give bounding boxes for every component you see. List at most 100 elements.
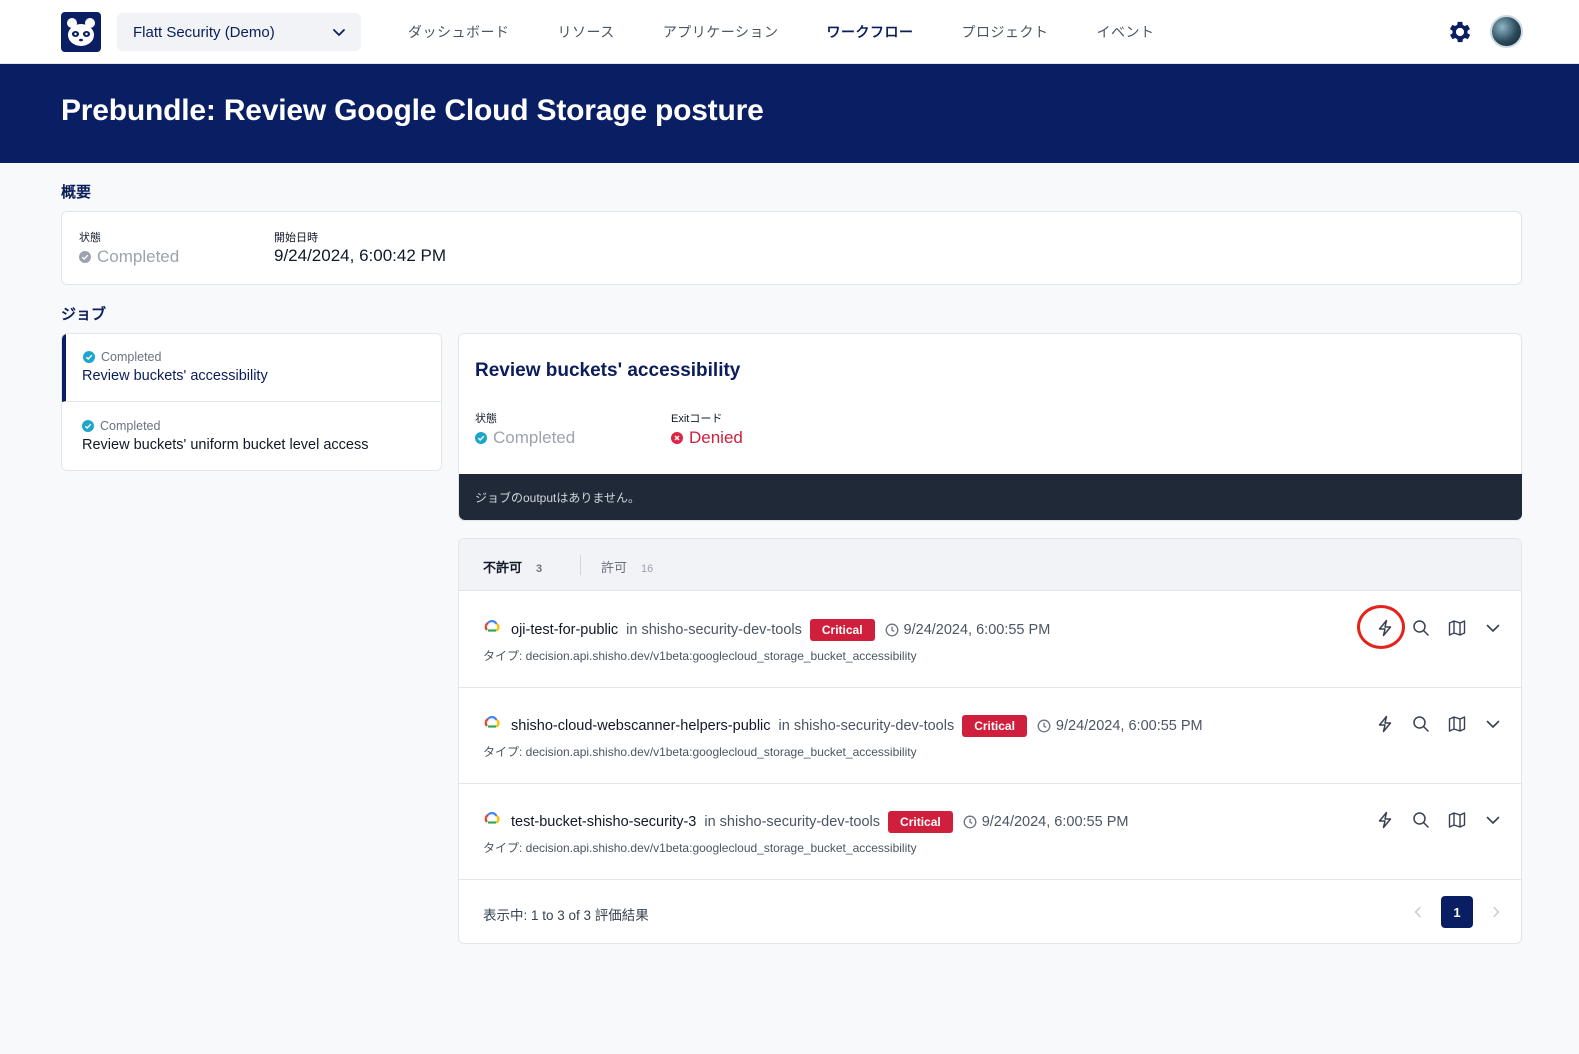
chevron-left-icon[interactable] xyxy=(1407,896,1429,928)
nav-item-workflows[interactable]: ワークフロー xyxy=(827,22,914,42)
row-actions xyxy=(1367,616,1511,640)
result-row: test-bucket-shisho-security-3 in shisho-… xyxy=(459,784,1521,880)
severity-badge: Critical xyxy=(809,619,875,641)
tab-denied-label: 不許可 xyxy=(483,560,523,575)
result-summary: shisho-cloud-webscanner-helpers-public i… xyxy=(511,715,1203,737)
job-status-text: Completed xyxy=(100,419,161,433)
google-cloud-icon xyxy=(484,620,500,632)
job-state-value: Completed xyxy=(475,428,575,448)
resource-name[interactable]: test-bucket-shisho-security-3 xyxy=(511,814,696,830)
page-header: Prebundle: Review Google Cloud Storage p… xyxy=(0,64,1579,163)
google-cloud-icon xyxy=(484,716,500,728)
map-icon[interactable] xyxy=(1439,616,1475,640)
exit-code-label: Exitコード xyxy=(671,413,723,425)
row-actions xyxy=(1367,808,1511,832)
job-status-text: Completed xyxy=(101,350,162,364)
job-name: Review buckets' uniform bucket level acc… xyxy=(82,437,369,453)
bolt-icon[interactable] xyxy=(1367,808,1403,832)
job-output-message: ジョブのoutputはありません。 xyxy=(475,491,641,505)
start-time-label: 開始日時 xyxy=(274,232,318,244)
resource-name[interactable]: shisho-cloud-webscanner-helpers-public xyxy=(511,718,771,734)
nav-item-projects[interactable]: プロジェクト xyxy=(962,22,1049,42)
result-type: タイプ: decision.api.shisho.dev/v1beta:goog… xyxy=(483,745,917,759)
clock-icon xyxy=(885,623,898,637)
results-count-text: 表示中: 1 to 3 of 3 評価結果 xyxy=(483,908,649,923)
main-nav: ダッシュボード リソース アプリケーション ワークフロー プロジェクト イベント xyxy=(408,0,1203,64)
chevron-down-icon[interactable] xyxy=(1475,808,1511,832)
result-timestamp: 9/24/2024, 6:00:55 PM xyxy=(903,622,1051,638)
search-icon[interactable] xyxy=(1403,808,1439,832)
state-value-text: Completed xyxy=(97,247,180,266)
row-actions xyxy=(1367,712,1511,736)
jobs-list: Completed Review buckets' accessibility … xyxy=(61,333,442,471)
job-detail-card: Review buckets' accessibility 状態 Complet… xyxy=(458,333,1522,521)
organization-selector[interactable]: Flatt Security (Demo) xyxy=(117,13,361,51)
clock-icon xyxy=(963,815,977,829)
overview-card: 状態 Completed 開始日時 9/24/2024, 6:00:42 PM xyxy=(61,211,1522,285)
tab-allowed-label: 許可 xyxy=(601,560,628,575)
exit-code-text: Denied xyxy=(689,428,743,447)
map-icon[interactable] xyxy=(1439,808,1475,832)
check-circle-icon xyxy=(475,431,487,444)
job-item-accessibility[interactable]: Completed Review buckets' accessibility xyxy=(62,334,441,402)
results-footer: 表示中: 1 to 3 of 3 評価結果 1 xyxy=(459,880,1521,943)
result-row: shisho-cloud-webscanner-helpers-public i… xyxy=(459,688,1521,784)
job-output-console: ジョブのoutputはありません。 xyxy=(459,474,1522,520)
results-tabs: 不許可 3 許可 16 xyxy=(459,539,1521,591)
page-title: Prebundle: Review Google Cloud Storage p… xyxy=(61,94,764,127)
check-circle-icon xyxy=(83,350,95,363)
bolt-icon[interactable] xyxy=(1367,616,1403,640)
resource-project: in shisho-security-dev-tools xyxy=(704,814,881,830)
google-cloud-icon xyxy=(484,812,500,824)
bolt-icon[interactable] xyxy=(1367,712,1403,736)
result-timestamp: 9/24/2024, 6:00:55 PM xyxy=(981,814,1129,830)
search-icon[interactable] xyxy=(1403,712,1439,736)
nav-item-dashboard[interactable]: ダッシュボード xyxy=(408,22,510,42)
resource-project: in shisho-security-dev-tools xyxy=(778,718,955,734)
chevron-down-icon[interactable] xyxy=(1475,712,1511,736)
tab-allowed-count: 16 xyxy=(641,563,654,575)
jobs-heading: ジョブ xyxy=(61,306,107,323)
state-label: 状態 xyxy=(79,232,101,244)
map-icon[interactable] xyxy=(1439,712,1475,736)
resource-name[interactable]: oji-test-for-public xyxy=(511,622,618,638)
resource-project: in shisho-security-dev-tools xyxy=(626,622,802,638)
job-status: Completed xyxy=(82,419,160,433)
severity-badge: Critical xyxy=(962,715,1027,737)
panda-logo-icon[interactable] xyxy=(61,12,101,52)
nav-item-resources[interactable]: リソース xyxy=(558,22,615,42)
organization-name: Flatt Security (Demo) xyxy=(133,23,275,41)
exit-code-value: Denied xyxy=(671,428,743,448)
x-circle-icon xyxy=(671,431,683,444)
result-summary: test-bucket-shisho-security-3 in shisho-… xyxy=(511,811,1128,833)
check-circle-icon xyxy=(79,250,91,263)
state-value: Completed xyxy=(79,247,179,267)
results-card: 不許可 3 許可 16 oji-test-for-public in shisho-… xyxy=(458,538,1522,944)
tab-allowed[interactable]: 許可 16 xyxy=(601,557,653,576)
tab-denied[interactable]: 不許可 3 xyxy=(483,557,542,576)
nav-item-applications[interactable]: アプリケーション xyxy=(663,22,779,42)
pagination: 1 xyxy=(1407,896,1507,928)
job-status: Completed xyxy=(83,350,161,364)
result-type: タイプ: decision.api.shisho.dev/v1beta:goog… xyxy=(483,649,917,663)
page-button-current[interactable]: 1 xyxy=(1441,896,1473,928)
chevron-down-icon[interactable] xyxy=(1475,616,1511,640)
job-state-label: 状態 xyxy=(475,413,497,425)
job-state-text: Completed xyxy=(493,428,576,447)
nav-item-events[interactable]: イベント xyxy=(1097,22,1155,42)
avatar[interactable] xyxy=(1490,15,1523,48)
tab-divider xyxy=(580,555,581,575)
job-item-uniform-access[interactable]: Completed Review buckets' uniform bucket… xyxy=(62,403,441,470)
severity-badge: Critical xyxy=(888,811,953,833)
result-timestamp: 9/24/2024, 6:00:55 PM xyxy=(1055,718,1203,734)
gear-icon[interactable] xyxy=(1446,18,1474,46)
top-navigation-bar: Flatt Security (Demo) ダッシュボード リソース アプリケー… xyxy=(0,0,1579,64)
result-summary: oji-test-for-public in shisho-security-d… xyxy=(511,619,1050,641)
job-detail-title: Review buckets' accessibility xyxy=(475,360,741,381)
chevron-right-icon[interactable] xyxy=(1485,896,1507,928)
search-icon[interactable] xyxy=(1403,616,1439,640)
clock-icon xyxy=(1037,719,1051,733)
result-row: oji-test-for-public in shisho-security-d… xyxy=(459,592,1521,688)
start-time-value: 9/24/2024, 6:00:42 PM xyxy=(274,246,447,265)
check-circle-icon xyxy=(82,419,94,432)
